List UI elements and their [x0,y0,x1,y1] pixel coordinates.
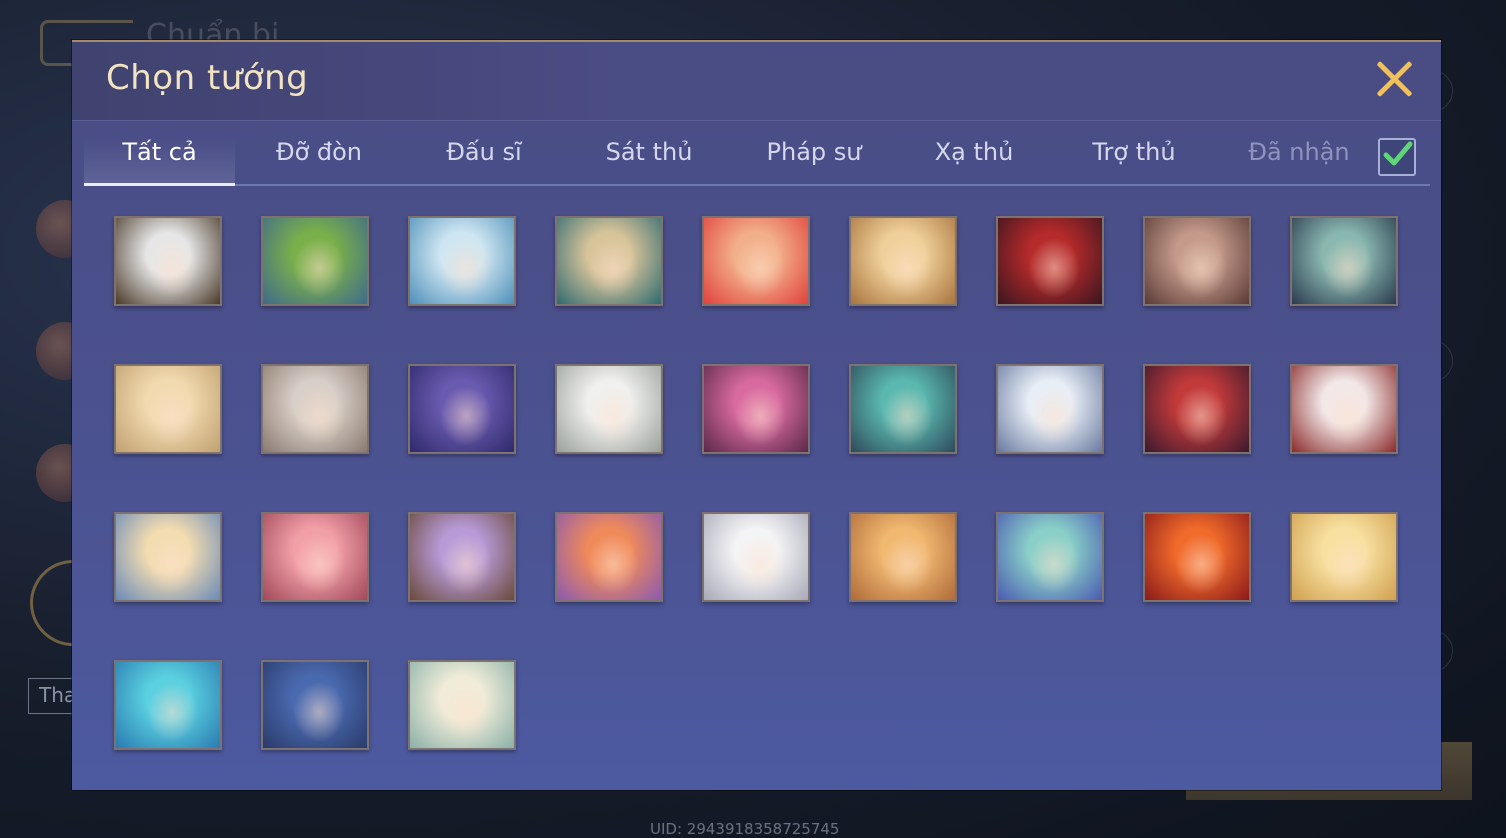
tab-assassin[interactable]: Sát thủ [584,138,714,184]
hero-face [263,514,367,600]
hero-portrait-15[interactable] [849,364,957,454]
tab-label: Sát thủ [605,138,693,166]
tab-label: Đã nhận [1248,138,1350,166]
hero-portrait-12[interactable] [408,364,516,454]
hero-face [116,366,220,452]
hero-portrait-22[interactable] [555,512,663,602]
hero-face [998,366,1102,452]
role-tabs: Tất cả Đỡ đòn Đấu sĩ Sát thủ Pháp sư Xạ … [84,126,1430,186]
hero-face [1145,514,1249,600]
tab-all[interactable]: Tất cả [84,138,235,186]
hero-face [410,514,514,600]
hero-portrait-19[interactable] [114,512,222,602]
tab-label: Đấu sĩ [446,138,522,166]
hero-face [263,366,367,452]
hero-portrait-16[interactable] [996,364,1104,454]
hero-face [410,366,514,452]
hero-face [410,662,514,748]
hero-portrait-21[interactable] [408,512,516,602]
hero-face [998,218,1102,304]
hero-face [1292,218,1396,304]
owned-filter-checkbox[interactable] [1378,138,1416,176]
hero-portrait-28[interactable] [114,660,222,750]
hero-portrait-10[interactable] [114,364,222,454]
hero-face [704,514,808,600]
choose-hero-dialog: Chọn tướng Tất cả Đỡ đòn Đấu sĩ Sát thủ … [72,40,1441,790]
hero-face [557,514,661,600]
background-right-panel [1411,70,1506,672]
hero-face [851,514,955,600]
hero-face [1292,366,1396,452]
hero-portrait-25[interactable] [996,512,1104,602]
hero-face [998,514,1102,600]
hero-portrait-1[interactable] [114,216,222,306]
tab-mage[interactable]: Pháp sư [739,138,889,184]
tab-fighter[interactable]: Đấu sĩ [424,138,544,184]
tab-support[interactable]: Trợ thủ [1064,138,1204,184]
hero-portrait-20[interactable] [261,512,369,602]
hero-portrait-30[interactable] [408,660,516,750]
hero-face [116,218,220,304]
tab-label: Pháp sư [766,138,862,166]
hero-portrait-18[interactable] [1290,364,1398,454]
hero-face [851,218,955,304]
hero-face [263,218,367,304]
hero-portrait-7[interactable] [996,216,1104,306]
uid-text: UID: 2943918358725745 [650,820,840,838]
checkmark-icon [1383,141,1413,166]
hero-face [116,662,220,748]
tab-label: Tất cả [122,138,197,166]
hero-face [116,514,220,600]
hero-face [1292,514,1396,600]
hero-portrait-29[interactable] [261,660,369,750]
hero-portrait-5[interactable] [702,216,810,306]
tab-label: Đỡ đòn [275,138,363,166]
tab-owned[interactable]: Đã nhận [1234,138,1364,184]
hero-portrait-2[interactable] [261,216,369,306]
hero-face [1145,366,1249,452]
tab-label: Trợ thủ [1092,138,1176,166]
hero-face [410,218,514,304]
hero-face [557,366,661,452]
hero-face [851,366,955,452]
hero-portrait-6[interactable] [849,216,957,306]
hero-portrait-9[interactable] [1290,216,1398,306]
hero-face [1145,218,1249,304]
hero-portrait-27[interactable] [1290,512,1398,602]
hero-face [704,218,808,304]
hero-portrait-4[interactable] [555,216,663,306]
hero-portrait-17[interactable] [1143,364,1251,454]
close-icon[interactable] [1374,58,1414,98]
tab-marksman[interactable]: Xạ thủ [909,138,1039,184]
hero-portrait-26[interactable] [1143,512,1251,602]
tab-label: Xạ thủ [934,138,1014,166]
hero-portrait-13[interactable] [555,364,663,454]
hero-portrait-11[interactable] [261,364,369,454]
hero-portrait-23[interactable] [702,512,810,602]
dialog-header: Chọn tướng [72,42,1441,121]
tab-tank[interactable]: Đỡ đòn [254,138,384,184]
hero-portrait-14[interactable] [702,364,810,454]
dialog-title: Chọn tướng [106,58,309,98]
hero-portrait-24[interactable] [849,512,957,602]
hero-portrait-8[interactable] [1143,216,1251,306]
hero-portrait-3[interactable] [408,216,516,306]
hero-face [704,366,808,452]
hero-face [557,218,661,304]
hero-face [263,662,367,748]
